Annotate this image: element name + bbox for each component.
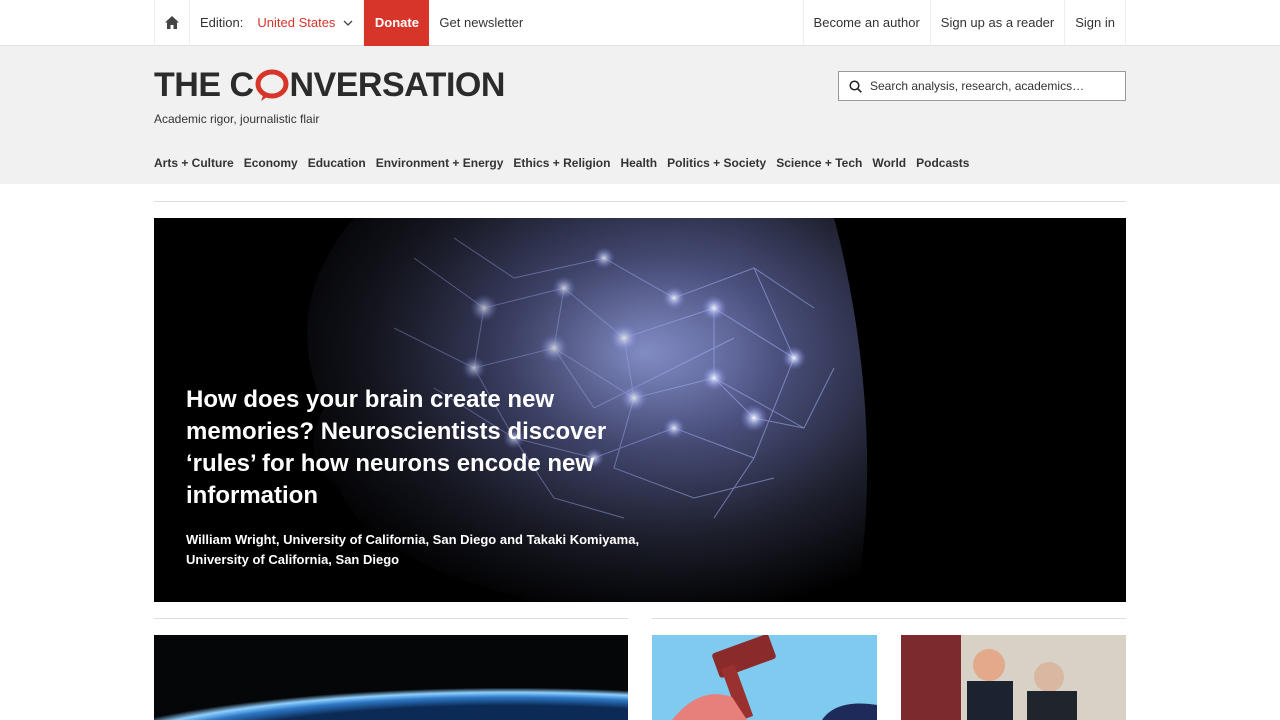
search-box[interactable] <box>838 71 1126 101</box>
nav-item-arts-culture[interactable]: Arts + Culture <box>154 156 234 170</box>
site-logo[interactable]: THE C NVERSATION <box>154 66 505 105</box>
tagline: Academic rigor, journalistic flair <box>154 112 320 126</box>
get-newsletter-link[interactable]: Get newsletter <box>429 15 533 30</box>
nav-item-world[interactable]: World <box>872 156 906 170</box>
gavel-image <box>652 635 877 720</box>
divider <box>154 201 1126 202</box>
nav-item-economy[interactable]: Economy <box>244 156 298 170</box>
section-nav: Arts + Culture Economy Education Environ… <box>154 156 969 170</box>
edition-selector[interactable]: Edition: United States <box>190 0 365 45</box>
home-button[interactable] <box>154 0 190 45</box>
sign-up-reader-link[interactable]: Sign up as a reader <box>929 0 1064 45</box>
article-card-image[interactable] <box>652 635 877 720</box>
search-input[interactable] <box>870 79 1110 93</box>
masthead: THE C NVERSATION Academic rigor, journal… <box>0 46 1280 184</box>
divider <box>154 618 628 619</box>
edition-label: Edition: <box>200 15 244 30</box>
top-utility-bar: Edition: United States Donate Get newsle… <box>0 0 1280 46</box>
search-icon <box>849 79 862 93</box>
chevron-down-icon <box>343 18 353 28</box>
speech-bubble-icon <box>255 69 289 103</box>
donate-button[interactable]: Donate <box>364 0 430 46</box>
article-card-image[interactable] <box>901 635 1126 720</box>
nav-item-health[interactable]: Health <box>620 156 657 170</box>
nav-item-politics-society[interactable]: Politics + Society <box>667 156 766 170</box>
hero-headline[interactable]: How does your brain create new memories?… <box>186 384 656 512</box>
nav-item-environment-energy[interactable]: Environment + Energy <box>376 156 504 170</box>
nav-item-podcasts[interactable]: Podcasts <box>916 156 969 170</box>
nav-item-science-tech[interactable]: Science + Tech <box>776 156 862 170</box>
edition-value[interactable]: United States <box>257 15 335 30</box>
hero-article[interactable]: How does your brain create new memories?… <box>154 218 1126 602</box>
nav-item-ethics-religion[interactable]: Ethics + Religion <box>513 156 610 170</box>
article-card-image[interactable] <box>154 635 628 720</box>
divider <box>652 618 1126 619</box>
home-icon <box>165 16 179 29</box>
nav-item-education[interactable]: Education <box>308 156 366 170</box>
sign-in-link[interactable]: Sign in <box>1064 0 1126 45</box>
become-author-link[interactable]: Become an author <box>802 0 930 45</box>
logo-text-start: THE C <box>154 66 254 104</box>
logo-text-end: NVERSATION <box>289 66 506 104</box>
press-conference-image <box>901 635 1126 720</box>
hero-authors: William Wright, University of California… <box>186 532 640 567</box>
earth-image <box>154 635 628 720</box>
